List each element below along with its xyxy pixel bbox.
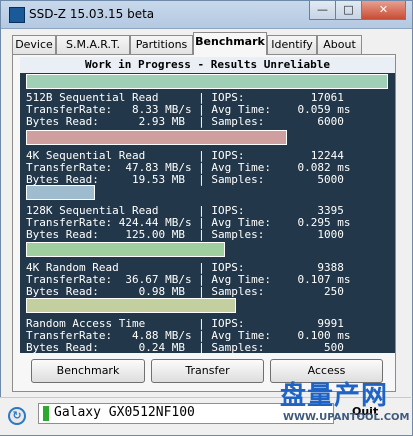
result-bar-512b-seq xyxy=(26,74,388,89)
result-bytes-128k-seq: Bytes Read: 125.00 MB | Samples: 1000 xyxy=(26,228,344,241)
benchmark-button[interactable]: Benchmark xyxy=(31,359,145,383)
drive-name: Galaxy GX0512NF100 xyxy=(54,405,195,420)
tab-partitions[interactable]: Partitions xyxy=(130,35,193,54)
transfer-button[interactable]: Transfer xyxy=(151,359,264,383)
tab-device[interactable]: Device xyxy=(12,35,56,54)
result-bar-4k-random xyxy=(26,242,225,257)
result-bytes-4k-random: Bytes Read: 0.98 MB | Samples: 250 xyxy=(26,285,344,298)
window-title: SSD-Z 15.03.15 beta xyxy=(29,7,155,21)
refresh-icon[interactable]: ↻ xyxy=(8,407,26,425)
close-button[interactable]: ✕ xyxy=(361,1,406,20)
benchmark-console: Work in Progress - Results Unreliable 51… xyxy=(20,57,395,354)
warning-banner: Work in Progress - Results Unreliable xyxy=(20,57,395,73)
result-bytes-512b-seq: Bytes Read: 2.93 MB | Samples: 6000 xyxy=(26,115,344,128)
title-bar: SSD-Z 15.03.15 beta — □ ✕ xyxy=(1,1,412,29)
maximize-button[interactable]: □ xyxy=(335,1,361,20)
minimize-button[interactable]: — xyxy=(309,1,335,20)
tab-benchmark[interactable]: Benchmark xyxy=(193,32,267,55)
result-bar-4k-seq xyxy=(26,130,287,145)
drive-status-indicator xyxy=(43,406,49,421)
tab-about[interactable]: About xyxy=(317,35,362,54)
watermark-text: 盘量产网 xyxy=(280,381,389,411)
result-bar-random-access xyxy=(26,298,236,313)
tab-identify[interactable]: Identify xyxy=(267,35,317,54)
result-bar-128k-seq xyxy=(26,185,95,200)
app-icon xyxy=(9,7,25,23)
tab-smart[interactable]: S.M.A.R.T. xyxy=(56,35,130,54)
result-bytes-random-access: Bytes Read: 0.24 MB | Samples: 500 xyxy=(26,341,344,354)
watermark-url: WWW.UPANTOOL.COM xyxy=(283,412,410,423)
